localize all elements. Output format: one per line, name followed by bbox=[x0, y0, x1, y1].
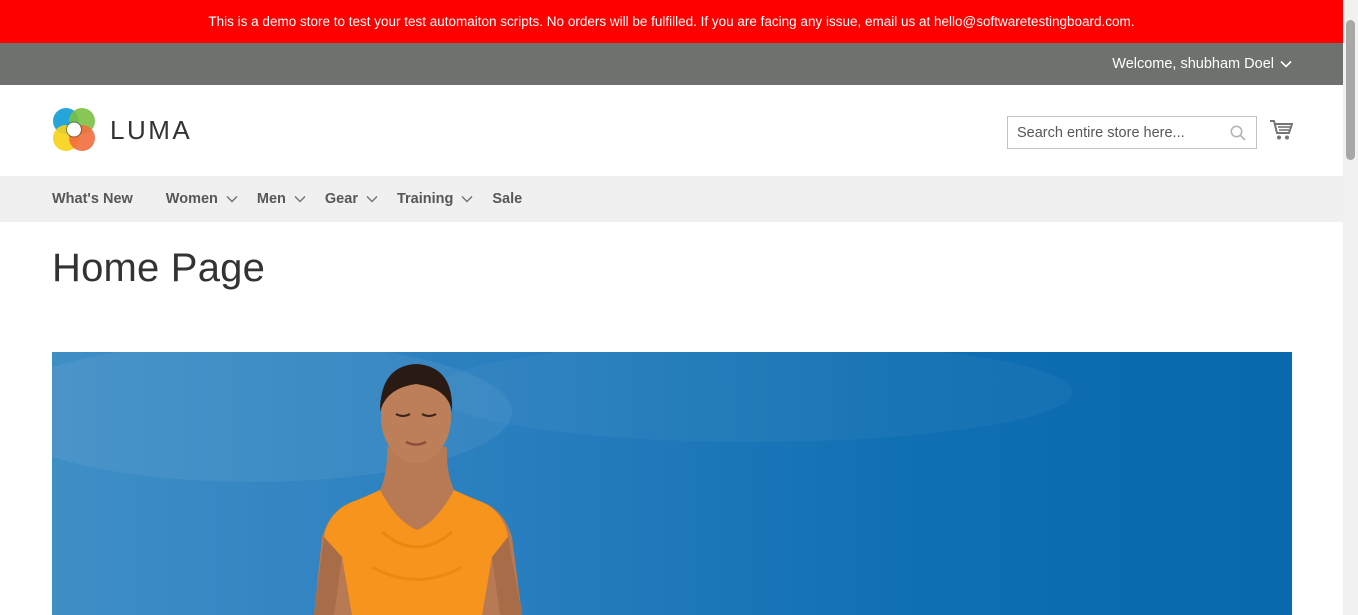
demo-store-notice: This is a demo store to test your test a… bbox=[0, 0, 1343, 43]
nav-item-label: Gear bbox=[324, 191, 358, 207]
page-title: Home Page bbox=[52, 246, 266, 290]
header-content: LUMA bbox=[0, 85, 1343, 176]
nav-item-whats-new[interactable]: What's New bbox=[52, 191, 133, 207]
luma-logo-icon bbox=[53, 108, 95, 151]
nav-item-label: Sale bbox=[492, 191, 523, 207]
yoga-woman-illustration bbox=[52, 352, 1072, 615]
chevron-down-icon bbox=[294, 191, 306, 207]
nav-item-label: Men bbox=[256, 191, 286, 207]
nav-item-label: What's New bbox=[52, 191, 133, 207]
nav-item-label: Training bbox=[396, 191, 454, 207]
logo-text: LUMA bbox=[110, 114, 193, 145]
nav-item-training[interactable]: Training bbox=[397, 191, 473, 207]
chevron-down-icon bbox=[461, 191, 473, 207]
page-scrollbar[interactable] bbox=[1343, 0, 1358, 615]
nav-item-sale[interactable]: Sale bbox=[492, 191, 522, 207]
search-icon[interactable] bbox=[1230, 125, 1246, 146]
nav-item-women[interactable]: Women bbox=[166, 191, 238, 207]
customer-welcome-menu[interactable]: Welcome, shubham Doel bbox=[1112, 43, 1292, 85]
chevron-down-icon bbox=[226, 191, 238, 207]
nav-item-label: Women bbox=[165, 191, 218, 207]
search-field[interactable] bbox=[1007, 116, 1257, 149]
welcome-text: Welcome, shubham Doel bbox=[1112, 56, 1274, 72]
nav-menu: What's New Women Men Gear Training Sale bbox=[52, 176, 555, 222]
hero-banner-image[interactable] bbox=[52, 352, 1292, 615]
chevron-down-icon[interactable] bbox=[1280, 60, 1292, 68]
nav-item-gear[interactable]: Gear bbox=[325, 191, 378, 207]
demo-store-notice-text: This is a demo store to test your test a… bbox=[208, 14, 1135, 29]
main-navigation: What's New Women Men Gear Training Sale bbox=[0, 176, 1343, 222]
scrollbar-thumb[interactable] bbox=[1346, 20, 1355, 160]
nav-item-men[interactable]: Men bbox=[257, 191, 306, 207]
search-input[interactable] bbox=[1008, 117, 1256, 148]
panel-header: Welcome, shubham Doel bbox=[0, 43, 1343, 85]
store-logo[interactable]: LUMA bbox=[52, 107, 192, 153]
shopping-cart-icon[interactable] bbox=[1269, 119, 1294, 146]
chevron-down-icon bbox=[366, 191, 378, 207]
